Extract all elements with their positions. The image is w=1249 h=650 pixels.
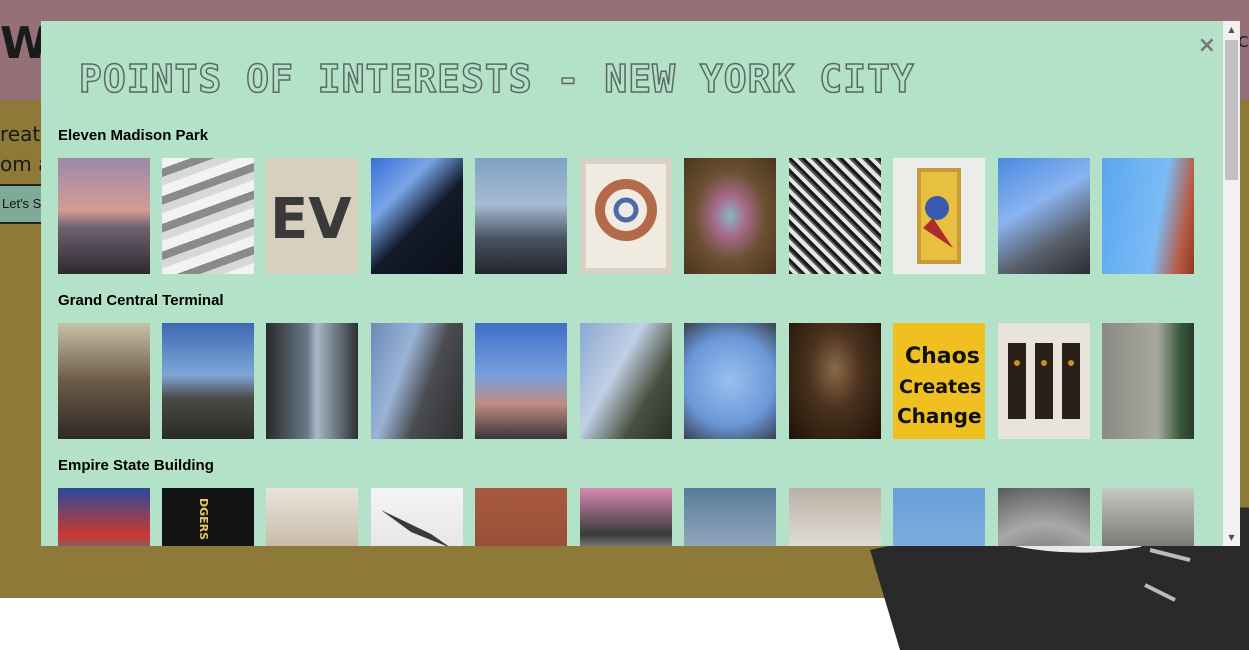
modal-scrollbar[interactable]: ▼ xyxy=(1223,38,1240,546)
site-logo[interactable]: W xyxy=(0,18,49,69)
photo-thumbnail[interactable] xyxy=(475,323,567,439)
photo-thumbnail[interactable] xyxy=(684,488,776,546)
scroll-up-icon[interactable]: ▲ xyxy=(1223,21,1240,38)
photo-thumbnail[interactable] xyxy=(789,488,881,546)
poi-modal: × POINTS OF INTERESTS - NEW YORK CITY El… xyxy=(41,21,1240,546)
photo-thumbnail[interactable] xyxy=(580,158,672,274)
photo-thumbnail[interactable] xyxy=(58,488,150,546)
photo-thumbnail[interactable] xyxy=(162,323,254,439)
photo-thumbnail[interactable] xyxy=(1102,488,1194,546)
photo-thumbnail[interactable] xyxy=(266,323,358,439)
section-title: Eleven Madison Park xyxy=(58,127,209,144)
photo-thumbnail[interactable] xyxy=(1102,158,1194,274)
photo-thumbnail[interactable] xyxy=(371,488,463,546)
modal-title: POINTS OF INTERESTS - NEW YORK CITY xyxy=(78,56,915,102)
photo-thumbnail[interactable] xyxy=(580,488,672,546)
svg-text:Chaos: Chaos xyxy=(905,344,980,369)
section-eleven-madison-park: Eleven Madison Park EV xyxy=(58,127,1194,274)
photo-thumbnail[interactable] xyxy=(1102,323,1194,439)
photo-thumbnail[interactable] xyxy=(893,158,985,274)
photo-thumbnail[interactable] xyxy=(789,323,881,439)
photo-thumbnail[interactable]: EV xyxy=(266,158,358,274)
svg-text:Creates: Creates xyxy=(899,376,981,398)
section-grand-central-terminal: Grand Central Terminal Chaos Creates Chang… xyxy=(58,292,1194,439)
scrollbar-thumb[interactable] xyxy=(1225,40,1238,180)
photo-thumbnail[interactable] xyxy=(684,158,776,274)
section-empire-state-building: Empire State Building DGERS xyxy=(58,457,1194,546)
svg-text:Change: Change xyxy=(897,404,982,428)
svg-text:DGERS: DGERS xyxy=(197,498,210,540)
svg-text:EV: EV xyxy=(270,187,352,252)
photo-thumbnail[interactable] xyxy=(371,158,463,274)
photo-thumbnail[interactable] xyxy=(684,323,776,439)
photo-thumbnail[interactable] xyxy=(789,158,881,274)
photo-thumbnail[interactable] xyxy=(266,488,358,546)
photo-thumbnail[interactable] xyxy=(58,158,150,274)
photo-row: Chaos Creates Change xyxy=(58,323,1198,439)
photo-thumbnail[interactable] xyxy=(371,323,463,439)
photo-thumbnail[interactable]: Chaos Creates Change xyxy=(893,323,985,439)
photo-thumbnail[interactable]: DGERS xyxy=(162,488,254,546)
photo-row: DGERS xyxy=(58,488,1198,546)
photo-thumbnail[interactable] xyxy=(893,488,985,546)
cta-button[interactable]: Let's S xyxy=(0,184,46,224)
section-title: Empire State Building xyxy=(58,457,214,474)
photo-thumbnail[interactable] xyxy=(58,323,150,439)
photo-thumbnail[interactable] xyxy=(998,323,1090,439)
photo-thumbnail[interactable] xyxy=(162,158,254,274)
close-icon[interactable]: × xyxy=(1198,33,1216,58)
photo-thumbnail[interactable] xyxy=(475,158,567,274)
photo-thumbnail[interactable] xyxy=(998,158,1090,274)
photo-thumbnail[interactable] xyxy=(580,323,672,439)
section-title: Grand Central Terminal xyxy=(58,292,224,309)
photo-thumbnail[interactable] xyxy=(998,488,1090,546)
photo-row: EV xyxy=(58,158,1198,274)
photo-thumbnail[interactable] xyxy=(475,488,567,546)
scroll-down-icon[interactable]: ▼ xyxy=(1223,529,1240,546)
